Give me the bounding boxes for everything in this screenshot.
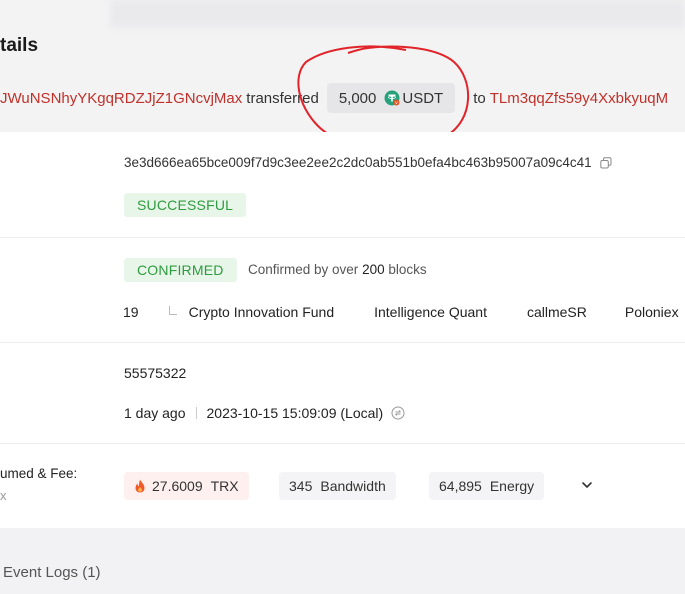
fee-sub-label: x	[0, 488, 7, 503]
confirming-producers: 19 Crypto Innovation Fund Intelligence Q…	[123, 304, 679, 320]
tree-corner-icon	[168, 305, 177, 315]
tab-event-logs[interactable]: Event Logs (1)	[3, 564, 101, 581]
divider	[0, 342, 685, 343]
usdt-token-icon: v	[384, 90, 400, 106]
amount-pill: 5,000 v USDT	[326, 83, 456, 113]
block-number-link[interactable]: 55575322	[124, 365, 186, 381]
details-card	[0, 132, 685, 528]
result-badge: SUCCESSFUL	[124, 193, 247, 217]
relative-time: 1 day ago	[124, 405, 186, 421]
trx-value: 27.6009	[152, 478, 203, 494]
bandwidth-value: 345	[289, 478, 313, 494]
page-title: tails	[0, 35, 39, 56]
timezone-switch-icon[interactable]	[391, 406, 405, 420]
divider	[0, 237, 685, 238]
producer-link[interactable]: callmeSR	[527, 304, 587, 320]
producer-link[interactable]: Crypto Innovation Fund	[189, 304, 335, 320]
trx-fee-chip: 27.6009 TRX	[124, 472, 249, 500]
blurred-area	[110, 0, 685, 28]
amount-value: 5,000	[338, 89, 377, 107]
transaction-hash: 3e3d666ea65bce009f7d9c3ee2ee2c2dc0ab551b…	[124, 155, 592, 170]
fire-icon	[135, 479, 145, 493]
confirm-suffix: blocks	[388, 262, 427, 277]
energy-chip: 64,895 Energy	[429, 472, 545, 500]
producer-link[interactable]: Intelligence Quant	[374, 304, 487, 320]
bandwidth-chip: 345 Bandwidth	[279, 472, 396, 500]
confirm-prefix: Confirmed by over	[248, 262, 359, 277]
from-address-link[interactable]: JWuNSNhyYKgqRDZJjZ1GNcvjMax	[0, 90, 242, 107]
to-word: to	[473, 89, 486, 107]
confirmation-note: Confirmed by over 200 blocks	[248, 262, 427, 277]
timestamp: 2023-10-15 15:09:09 (Local)	[206, 405, 384, 421]
transfer-verb: transferred	[246, 89, 319, 107]
svg-text:v: v	[396, 101, 399, 106]
bandwidth-unit: Bandwidth	[320, 478, 386, 494]
transfer-summary: JWuNSNhyYKgqRDZJjZ1GNcvjMax transferred …	[0, 82, 668, 114]
confirm-count: 200	[362, 262, 385, 277]
copy-icon[interactable]	[600, 156, 612, 169]
separator	[195, 407, 197, 419]
trx-unit: TRX	[210, 478, 239, 494]
producer-link[interactable]: Poloniex	[625, 304, 679, 320]
token-name-link[interactable]: USDT	[402, 90, 443, 107]
time-row: 1 day ago 2023-10-15 15:09:09 (Local)	[124, 405, 405, 421]
confirmation-badge: CONFIRMED	[124, 258, 237, 282]
energy-unit: Energy	[489, 478, 535, 494]
fee-label: umed & Fee:	[0, 466, 78, 481]
to-address-link[interactable]: TLm3qqZfs59y4XxbkyuqM	[490, 90, 668, 107]
transaction-hash-row: 3e3d666ea65bce009f7d9c3ee2ee2c2dc0ab551b…	[124, 155, 612, 170]
energy-value: 64,895	[439, 478, 482, 494]
divider	[0, 443, 685, 444]
producer-count: 19	[123, 304, 139, 320]
chevron-down-icon[interactable]	[580, 480, 594, 490]
